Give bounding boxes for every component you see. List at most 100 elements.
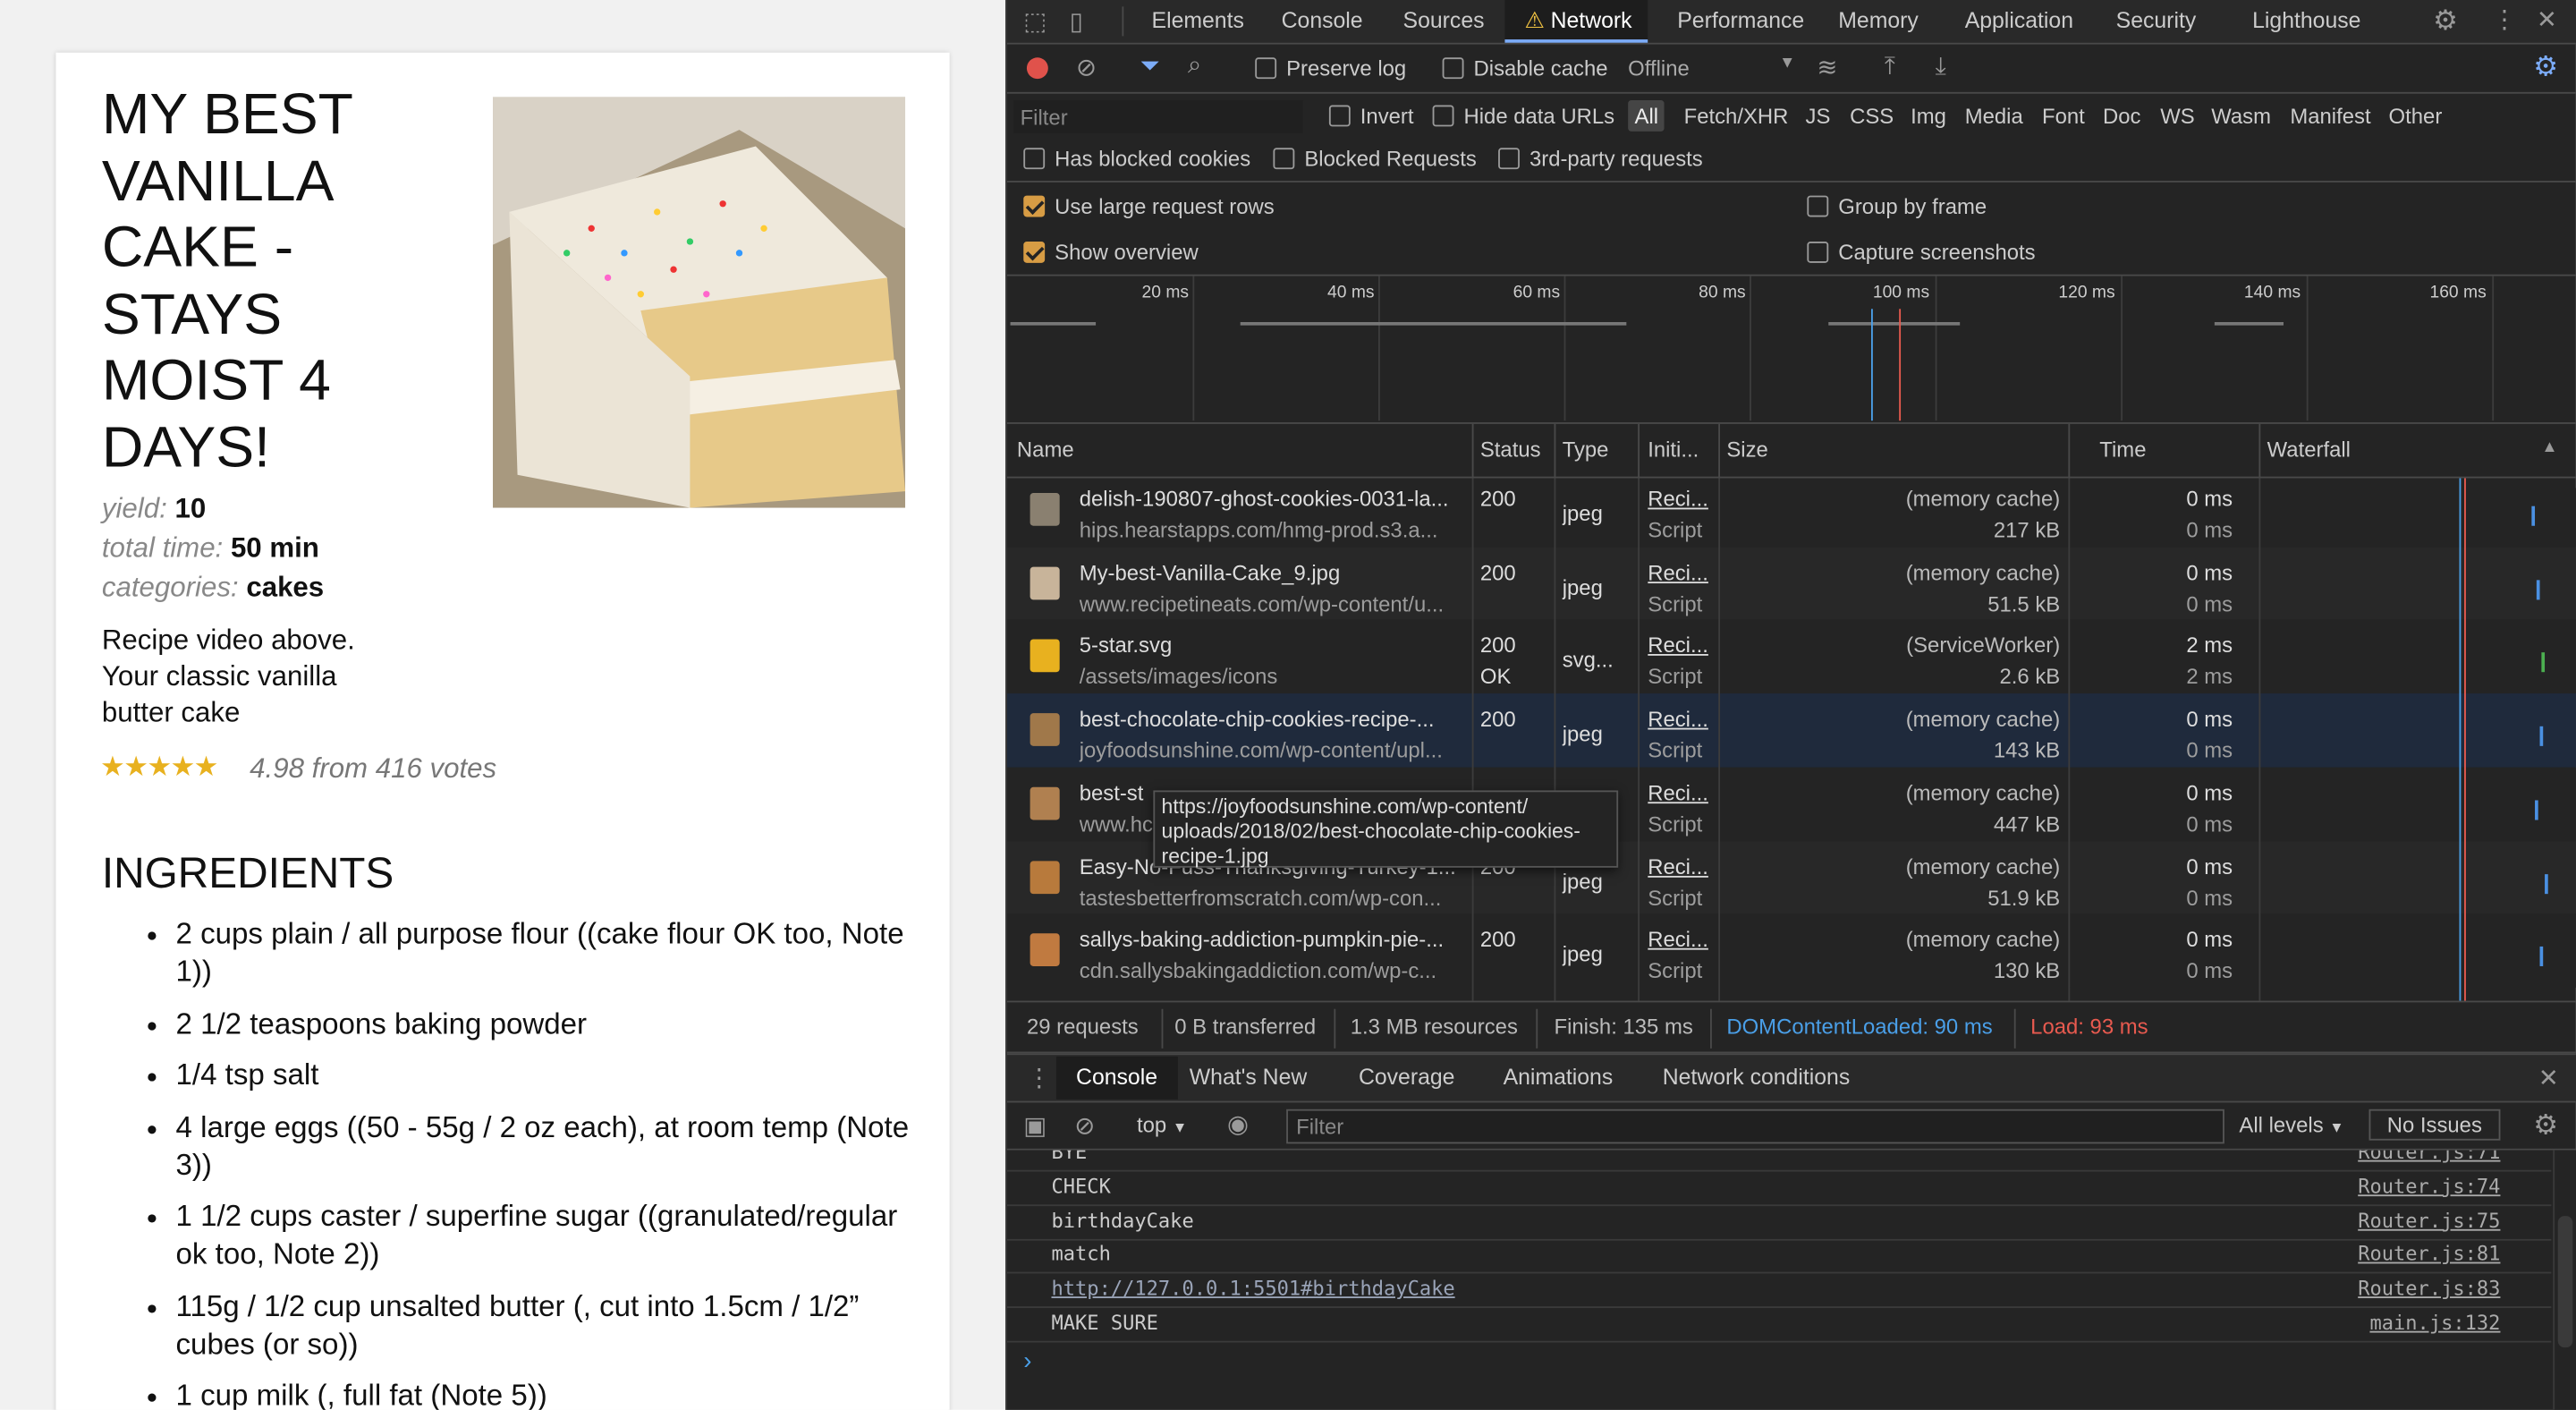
tab-lighthouse[interactable]: Lighthouse — [2252, 0, 2360, 43]
console-filter-input[interactable]: Filter — [1286, 1108, 2224, 1144]
network-filter-input[interactable]: Filter — [1013, 100, 1303, 133]
blocked-cookies-checkbox[interactable] — [1023, 148, 1046, 170]
drawer-tab-coverage[interactable]: Coverage — [1359, 1057, 1455, 1100]
column-time[interactable]: Time — [2099, 437, 2146, 463]
close-devtools-icon[interactable]: ✕ — [2537, 5, 2557, 34]
request-initiator[interactable]: Reci... — [1648, 780, 1716, 805]
tab-performance[interactable]: Performance — [1677, 0, 1804, 43]
console-source-link[interactable]: Router.js:71 — [2358, 1151, 2500, 1164]
throttle-select[interactable]: Offline — [1628, 55, 1690, 81]
filter-type-img[interactable]: Img — [1911, 104, 1946, 129]
import-har-icon[interactable]: ⤒ — [1885, 53, 1895, 81]
drawer-tab-console[interactable]: Console — [1055, 1056, 1178, 1100]
request-initiator[interactable]: Reci... — [1648, 560, 1716, 585]
tab-memory[interactable]: Memory — [1838, 0, 1919, 43]
column-name[interactable]: Name — [1017, 437, 1074, 463]
console-prompt-icon[interactable]: › — [1023, 1347, 1031, 1375]
capture-screenshots-toggle[interactable]: Capture screenshots — [1807, 240, 2036, 265]
drawer-tab-animations[interactable]: Animations — [1504, 1057, 1614, 1100]
filter-type-media[interactable]: Media — [1965, 104, 2023, 129]
record-icon[interactable] — [1026, 57, 1048, 80]
filter-type-css[interactable]: CSS — [1850, 104, 1894, 129]
console-scrollbar[interactable] — [2553, 1150, 2576, 1410]
inspect-element-icon[interactable]: ⬚ — [1023, 6, 1046, 36]
invert-checkbox[interactable] — [1328, 105, 1351, 127]
blocked-requests-toggle[interactable]: Blocked Requests — [1273, 146, 1477, 171]
third-party-toggle[interactable]: 3rd-party requests — [1498, 146, 1703, 171]
search-icon[interactable]: ⌕ — [1188, 51, 1201, 79]
show-overview-checkbox[interactable] — [1023, 241, 1046, 263]
filter-icon[interactable]: ⏷ — [1140, 53, 1160, 81]
request-row[interactable]: My-best-Vanilla-Cake_9.jpg www.recipetine… — [1006, 547, 2576, 621]
tab-application[interactable]: Application — [1965, 0, 2073, 43]
request-row[interactable]: delish-190807-ghost-cookies-0031-la... hi… — [1006, 488, 2576, 548]
third-party-checkbox[interactable] — [1498, 148, 1520, 170]
request-initiator[interactable]: Reci... — [1648, 927, 1716, 952]
clear-icon[interactable]: ⊘ — [1076, 53, 1097, 82]
console-source-link[interactable]: Router.js:74 — [2358, 1175, 2500, 1198]
group-by-frame-toggle[interactable]: Group by frame — [1807, 194, 1987, 218]
blocked-cookies-toggle[interactable]: Has blocked cookies — [1023, 146, 1250, 171]
filter-type-manifest[interactable]: Manifest — [2290, 104, 2370, 129]
console-log-link[interactable]: http://127.0.0.1:5501#birthdayCake — [1051, 1277, 1454, 1300]
drawer-menu-icon[interactable]: ⋮ — [1027, 1063, 1052, 1092]
request-row[interactable]: sallys-baking-addiction-pumpkin-pie-... c… — [1006, 913, 2576, 989]
tab-network[interactable]: ⚠ Network — [1504, 0, 1648, 43]
issues-button[interactable]: No Issues — [2368, 1108, 2501, 1141]
device-toolbar-icon[interactable]: ▯ — [1070, 6, 1083, 36]
console-source-link[interactable]: Router.js:83 — [2358, 1277, 2500, 1300]
request-initiator[interactable]: Reci... — [1648, 633, 1716, 658]
show-overview-toggle[interactable]: Show overview — [1023, 240, 1199, 265]
column-status[interactable]: Status — [1480, 437, 1541, 463]
invert-toggle[interactable]: Invert — [1328, 104, 1414, 128]
request-initiator[interactable]: Reci... — [1648, 488, 1716, 511]
filter-type-ws[interactable]: WS — [2160, 104, 2194, 129]
sidebar-toggle-icon[interactable]: ▣ — [1023, 1111, 1046, 1140]
request-row[interactable]: best-chocolate-chip-cookies-recipe-... jo… — [1006, 693, 2576, 768]
group-by-frame-checkbox[interactable] — [1807, 195, 1829, 217]
large-rows-checkbox[interactable] — [1023, 195, 1046, 217]
context-selector[interactable]: top ▼ — [1137, 1112, 1187, 1137]
more-options-icon[interactable]: ⋮ — [2492, 5, 2517, 34]
tab-elements[interactable]: Elements — [1152, 0, 1244, 43]
live-expression-eye-icon[interactable]: ◉ — [1227, 1109, 1249, 1139]
request-row[interactable]: 5-star.svg/assets/images/icons 200 OK svg..… — [1006, 620, 2576, 694]
log-levels-select[interactable]: All levels ▼ — [2239, 1112, 2343, 1137]
filter-type-doc[interactable]: Doc — [2103, 104, 2140, 129]
filter-type-other[interactable]: Other — [2389, 104, 2443, 129]
filter-type-font[interactable]: Font — [2042, 104, 2085, 129]
filter-type-js[interactable]: JS — [1806, 104, 1831, 129]
console-source-link[interactable]: Router.js:81 — [2358, 1243, 2500, 1266]
column-initiator[interactable]: Initi... — [1648, 437, 1699, 463]
filter-type-fetch[interactable]: Fetch/XHR — [1684, 104, 1789, 129]
hide-data-urls-toggle[interactable]: Hide data URLs — [1432, 104, 1614, 128]
throttle-dropdown-icon[interactable]: ▼ — [1779, 55, 1795, 72]
request-initiator[interactable]: Reci... — [1648, 707, 1716, 732]
network-overview-timeline[interactable]: 20 ms 40 ms 60 ms 80 ms 100 ms 120 ms 14… — [1006, 276, 2576, 424]
capture-screenshots-checkbox[interactable] — [1807, 241, 1829, 263]
drawer-tab-network-conditions[interactable]: Network conditions — [1663, 1057, 1850, 1100]
disable-cache-toggle[interactable]: Disable cache — [1442, 55, 1607, 81]
column-type[interactable]: Type — [1563, 437, 1609, 463]
preserve-log-toggle[interactable]: Preserve log — [1255, 55, 1406, 81]
column-size[interactable]: Size — [1726, 437, 1767, 463]
preserve-log-checkbox[interactable] — [1255, 57, 1277, 80]
filter-type-all[interactable]: All — [1628, 100, 1665, 132]
large-rows-toggle[interactable]: Use large request rows — [1023, 194, 1275, 218]
star-rating-icon[interactable]: ★★★★★ — [100, 751, 219, 784]
hide-data-urls-checkbox[interactable] — [1432, 105, 1454, 127]
disable-cache-checkbox[interactable] — [1442, 57, 1464, 80]
tab-security[interactable]: Security — [2116, 0, 2197, 43]
export-har-icon[interactable]: ⤓ — [1936, 53, 1946, 81]
clear-console-icon[interactable]: ⊘ — [1074, 1111, 1095, 1140]
close-drawer-icon[interactable]: ✕ — [2538, 1063, 2559, 1092]
sort-ascending-icon[interactable]: ▲ — [2541, 438, 2557, 456]
network-settings-icon[interactable]: ⚙ — [2533, 51, 2558, 84]
console-settings-icon[interactable]: ⚙ — [2533, 1109, 2558, 1142]
tab-console[interactable]: Console — [1282, 0, 1363, 43]
tab-sources[interactable]: Sources — [1403, 0, 1485, 43]
console-source-link[interactable]: main.js:132 — [2369, 1312, 2500, 1335]
column-waterfall[interactable]: Waterfall — [2267, 437, 2351, 463]
network-conditions-icon[interactable]: ≋ — [1817, 53, 1837, 82]
drawer-tab-whats-new[interactable]: What's New — [1190, 1057, 1307, 1100]
